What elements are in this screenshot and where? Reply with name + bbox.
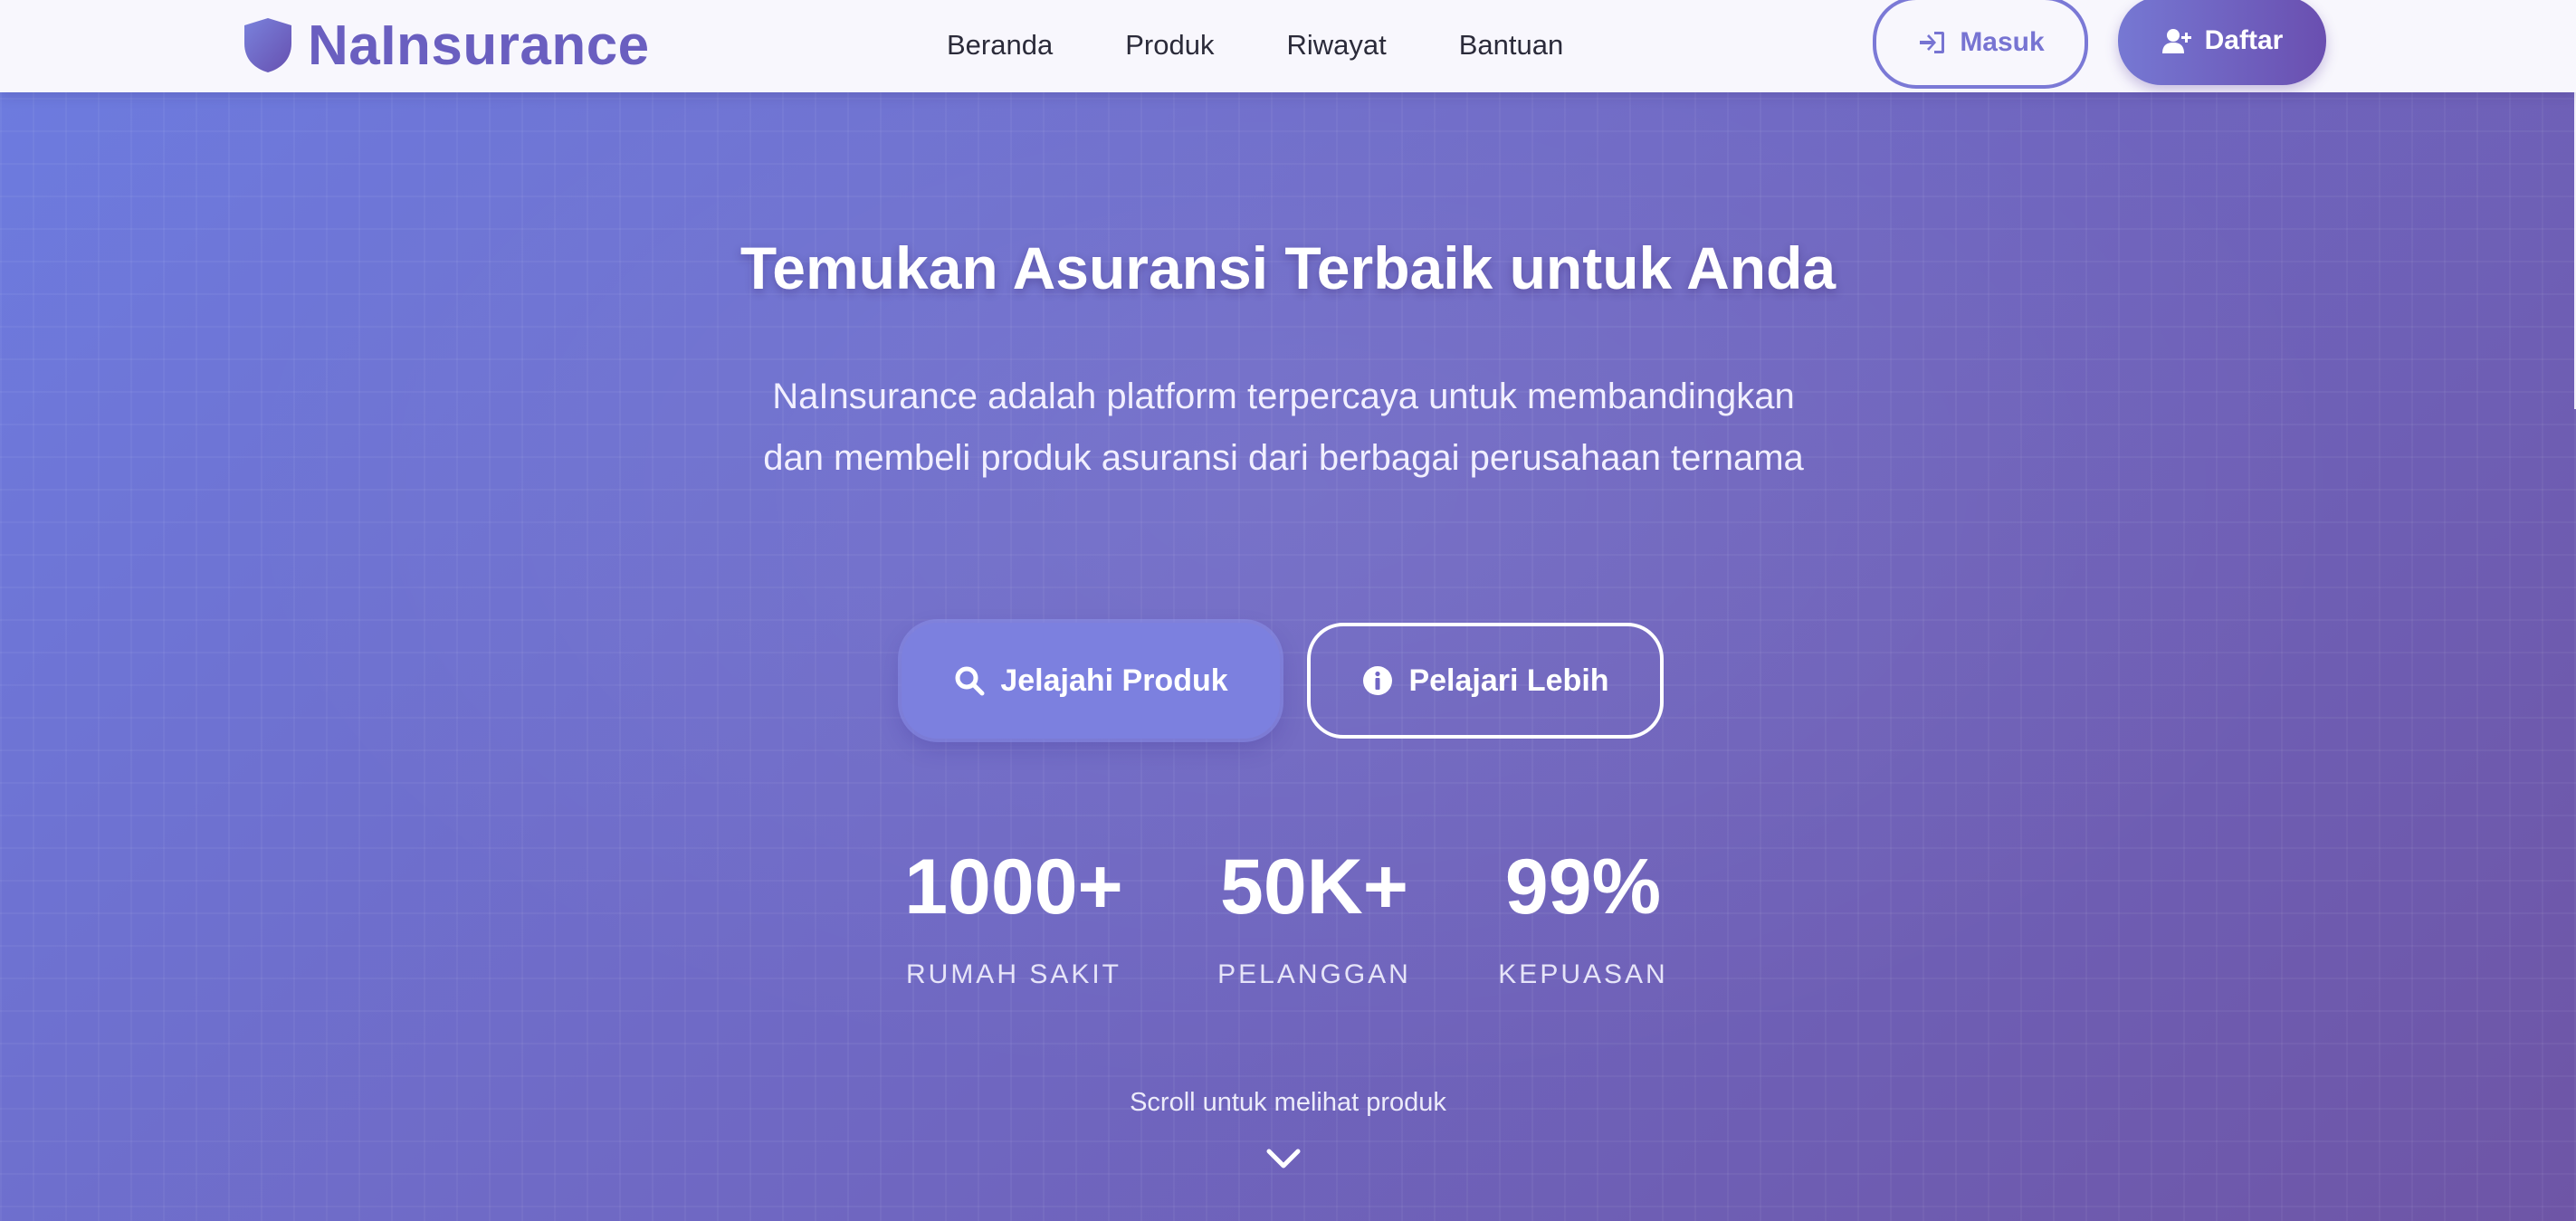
hero-title: Temukan Asuransi Terbaik untuk Anda bbox=[739, 234, 1837, 301]
register-button[interactable]: Daftar bbox=[2118, 0, 2326, 85]
navbar: NaInsurance Beranda Produk Riwayat Bantu… bbox=[0, 0, 2576, 92]
sign-in-icon bbox=[1920, 32, 1945, 53]
nav-link-produk[interactable]: Produk bbox=[1125, 29, 1214, 62]
chevron-down-icon[interactable] bbox=[1264, 1144, 1303, 1173]
nav-link-beranda[interactable]: Beranda bbox=[947, 29, 1053, 62]
stats-row: 1000+ RUMAH SAKIT 50K+ PELANGGAN 99% KEP… bbox=[0, 842, 2576, 1005]
user-plus-icon bbox=[2161, 29, 2191, 53]
login-button[interactable]: Masuk bbox=[1873, 0, 2088, 89]
main-nav: Beranda Produk Riwayat Bantuan bbox=[947, 0, 1563, 91]
cta-group: Jelajahi Produk Pelajari Lebih bbox=[0, 623, 2576, 739]
stat-customers: 50K+ PELANGGAN bbox=[1195, 842, 1434, 990]
stat-value: 50K+ bbox=[1220, 844, 1408, 930]
brand-name: NaInsurance bbox=[308, 14, 650, 77]
brand-logo[interactable]: NaInsurance bbox=[241, 13, 650, 78]
stat-label: RUMAH SAKIT bbox=[905, 959, 1122, 989]
stat-hospitals: 1000+ RUMAH SAKIT bbox=[887, 842, 1140, 990]
stat-value: 99% bbox=[1504, 844, 1662, 930]
nav-link-riwayat[interactable]: Riwayat bbox=[1286, 29, 1386, 62]
info-circle-icon bbox=[1363, 666, 1393, 695]
hero-description: NaInsurance adalah platform terpercaya u… bbox=[763, 377, 1804, 478]
nav-link-bantuan[interactable]: Bantuan bbox=[1459, 29, 1564, 62]
learn-more-label: Pelajari Lebih bbox=[1408, 663, 1609, 698]
learn-more-button[interactable]: Pelajari Lebih bbox=[1307, 623, 1664, 739]
stat-satisfaction: 99% KEPUASAN bbox=[1479, 842, 1687, 990]
hero-section bbox=[0, 0, 2576, 1221]
shield-icon bbox=[244, 18, 291, 72]
explore-products-button[interactable]: Jelajahi Produk bbox=[902, 623, 1280, 739]
register-label: Daftar bbox=[2204, 25, 2284, 55]
scroll-hint: Scroll untuk melihat produk bbox=[1130, 1088, 1446, 1117]
stat-label: KEPUASAN bbox=[1498, 959, 1668, 989]
search-icon bbox=[955, 666, 985, 696]
explore-products-label: Jelajahi Produk bbox=[1000, 663, 1228, 698]
stat-label: PELANGGAN bbox=[1217, 959, 1411, 989]
login-label: Masuk bbox=[1960, 27, 2045, 57]
stat-value: 1000+ bbox=[904, 844, 1123, 930]
